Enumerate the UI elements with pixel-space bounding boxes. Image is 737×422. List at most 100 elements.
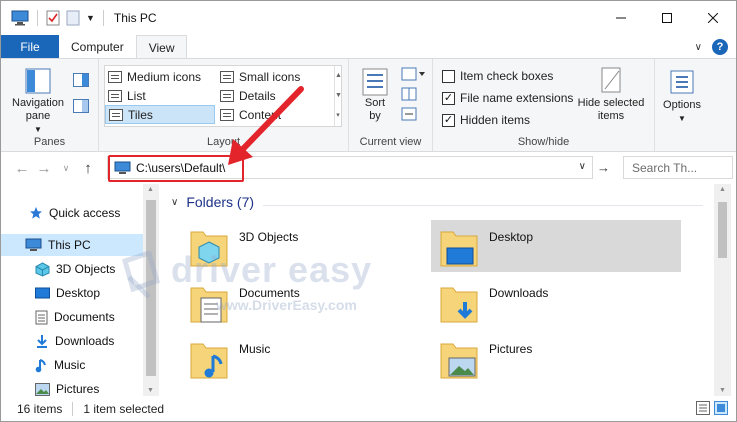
- folder-view: ∨ Folders (7) 3D Objects Desktop Documen…: [159, 184, 714, 396]
- search-box[interactable]: Search Th...: [623, 156, 733, 179]
- preview-pane-icon[interactable]: [73, 73, 89, 87]
- watermark-logo-icon: [121, 251, 161, 299]
- folder-label: Downloads: [489, 286, 549, 300]
- forward-button[interactable]: →: [33, 160, 55, 177]
- file-name-extensions-checkbox[interactable]: ✓: [442, 91, 455, 105]
- options-button[interactable]: Options ▼: [657, 69, 707, 125]
- layout-content[interactable]: Content: [217, 105, 337, 124]
- sidebar-item-label: Desktop: [56, 286, 101, 300]
- folder-tile-pictures[interactable]: Pictures: [431, 332, 681, 384]
- folder-tile-documents[interactable]: Documents: [181, 276, 431, 328]
- hidden-items-toggle[interactable]: ✓ Hidden items: [442, 113, 530, 127]
- details-view-icon[interactable]: [696, 401, 710, 415]
- new-folder-icon[interactable]: [66, 10, 80, 26]
- add-columns-icon[interactable]: [401, 87, 417, 101]
- maximize-icon: [662, 13, 672, 23]
- layout-scroll[interactable]: ▲ ▼ ▾: [334, 66, 342, 126]
- tab-computer[interactable]: Computer: [59, 35, 136, 59]
- scroll-down-icon[interactable]: ▼: [147, 387, 154, 394]
- item-check-boxes-checkbox[interactable]: [442, 69, 455, 83]
- sidebar-item-documents[interactable]: Documents: [1, 306, 143, 328]
- hidden-items-checkbox[interactable]: ✓: [442, 113, 455, 127]
- window-controls: [598, 1, 736, 35]
- computer-icon: [114, 161, 131, 174]
- layout-medium-icons[interactable]: Medium icons: [105, 67, 217, 86]
- tab-view[interactable]: View: [135, 35, 188, 59]
- ribbon-tabs: File Computer View ∨ ?: [1, 35, 736, 59]
- sort-by-button[interactable]: Sort by: [359, 67, 391, 123]
- folder-tile-music[interactable]: Music: [181, 332, 431, 384]
- group-by-icon[interactable]: [401, 67, 427, 81]
- hide-selected-items-button[interactable]: Hide selected items: [573, 67, 649, 123]
- ribbon-tools: ∨ ?: [695, 39, 728, 55]
- folder-pictures-icon: [440, 343, 478, 379]
- large-icons-view-icon[interactable]: [714, 401, 728, 415]
- folder-tile-downloads[interactable]: Downloads: [431, 276, 681, 328]
- sidebar-item-music[interactable]: Music: [1, 354, 143, 376]
- sidebar-item-label: This PC: [48, 238, 91, 252]
- customize-toolbar-icon[interactable]: ▼: [86, 13, 95, 23]
- address-bar[interactable]: C:\users\Default\ ∨: [107, 155, 593, 182]
- layout-gallery: Medium icons Small icons List Details Ti…: [104, 65, 342, 127]
- hide-items-icon: [601, 67, 621, 93]
- close-button[interactable]: [690, 1, 736, 35]
- folders-group-header[interactable]: ∨ Folders (7): [171, 194, 254, 210]
- scroll-down-icon[interactable]: ▼: [719, 387, 726, 394]
- hide-selected-items-label: Hide selected items: [577, 97, 645, 122]
- sidebar-item-pictures[interactable]: Pictures: [1, 378, 143, 396]
- navigation-pane-button[interactable]: Navigation pane ▼: [7, 67, 69, 136]
- cube-icon: [35, 261, 50, 277]
- back-button[interactable]: ←: [11, 160, 33, 177]
- folder-desktop-icon: [440, 231, 478, 267]
- layout-item-label: Small icons: [239, 69, 301, 84]
- ribbon: Navigation pane ▼ Panes Layout Medium ic…: [1, 58, 736, 152]
- content-scroll-thumb[interactable]: [718, 202, 727, 258]
- go-arrow-icon[interactable]: →: [597, 160, 610, 175]
- tiles-icon: [109, 108, 123, 121]
- chevron-down-icon: ▼: [678, 114, 686, 123]
- expand-ribbon-icon[interactable]: ∨: [695, 42, 702, 53]
- properties-icon[interactable]: [46, 10, 60, 26]
- item-count: 16 items: [17, 401, 63, 416]
- computer-icon: [11, 10, 29, 26]
- close-icon: [708, 13, 718, 23]
- status-divider: [72, 401, 74, 416]
- folder-tile-desktop[interactable]: Desktop: [431, 220, 681, 272]
- sidebar-item-label: 3D Objects: [56, 262, 116, 276]
- item-check-boxes-toggle[interactable]: Item check boxes: [442, 69, 553, 83]
- sidebar-item-quick-access[interactable]: Quick access: [1, 202, 143, 224]
- folder-tile-3d-objects[interactable]: 3D Objects: [181, 220, 431, 272]
- navigation-pane-icon: [25, 68, 51, 94]
- scroll-up-icon[interactable]: ▲: [719, 186, 726, 193]
- layout-small-icons[interactable]: Small icons: [217, 67, 337, 86]
- file-name-extensions-toggle[interactable]: ✓ File name extensions: [442, 91, 573, 105]
- layout-details[interactable]: Details: [217, 86, 337, 105]
- folder-label: Documents: [239, 286, 300, 300]
- options-icon: [670, 70, 694, 94]
- layout-list[interactable]: List: [105, 86, 217, 105]
- maximize-button[interactable]: [644, 1, 690, 35]
- current-view-group-label: Current view: [359, 136, 422, 148]
- panes-group-label: Panes: [33, 136, 66, 148]
- size-columns-icon[interactable]: [401, 107, 417, 121]
- address-dropdown-icon[interactable]: ∨: [579, 161, 586, 172]
- layout-tiles[interactable]: Tiles: [105, 105, 215, 124]
- file-name-extensions-label: File name extensions: [460, 91, 574, 105]
- list-icon: [108, 89, 122, 102]
- layout-group-label: Layout: [206, 136, 241, 148]
- tab-file[interactable]: File: [1, 35, 59, 59]
- help-icon[interactable]: ?: [712, 39, 728, 55]
- details-pane-icon[interactable]: [73, 99, 89, 113]
- folder-downloads-icon: [440, 287, 478, 323]
- recent-locations-icon[interactable]: ∨: [55, 163, 77, 174]
- sort-by-label: Sort by: [364, 97, 386, 122]
- details-icon: [220, 89, 234, 102]
- scroll-up-icon[interactable]: ▲: [147, 186, 154, 193]
- content-scrollbar[interactable]: ▲ ▼: [714, 184, 731, 396]
- sidebar-item-downloads[interactable]: Downloads: [1, 330, 143, 352]
- current-view-group: Sort by Current view: [349, 59, 433, 151]
- hidden-items-label: Hidden items: [460, 113, 531, 127]
- pictures-icon: [35, 382, 50, 396]
- up-button[interactable]: ↑: [77, 160, 99, 177]
- minimize-button[interactable]: [598, 1, 644, 35]
